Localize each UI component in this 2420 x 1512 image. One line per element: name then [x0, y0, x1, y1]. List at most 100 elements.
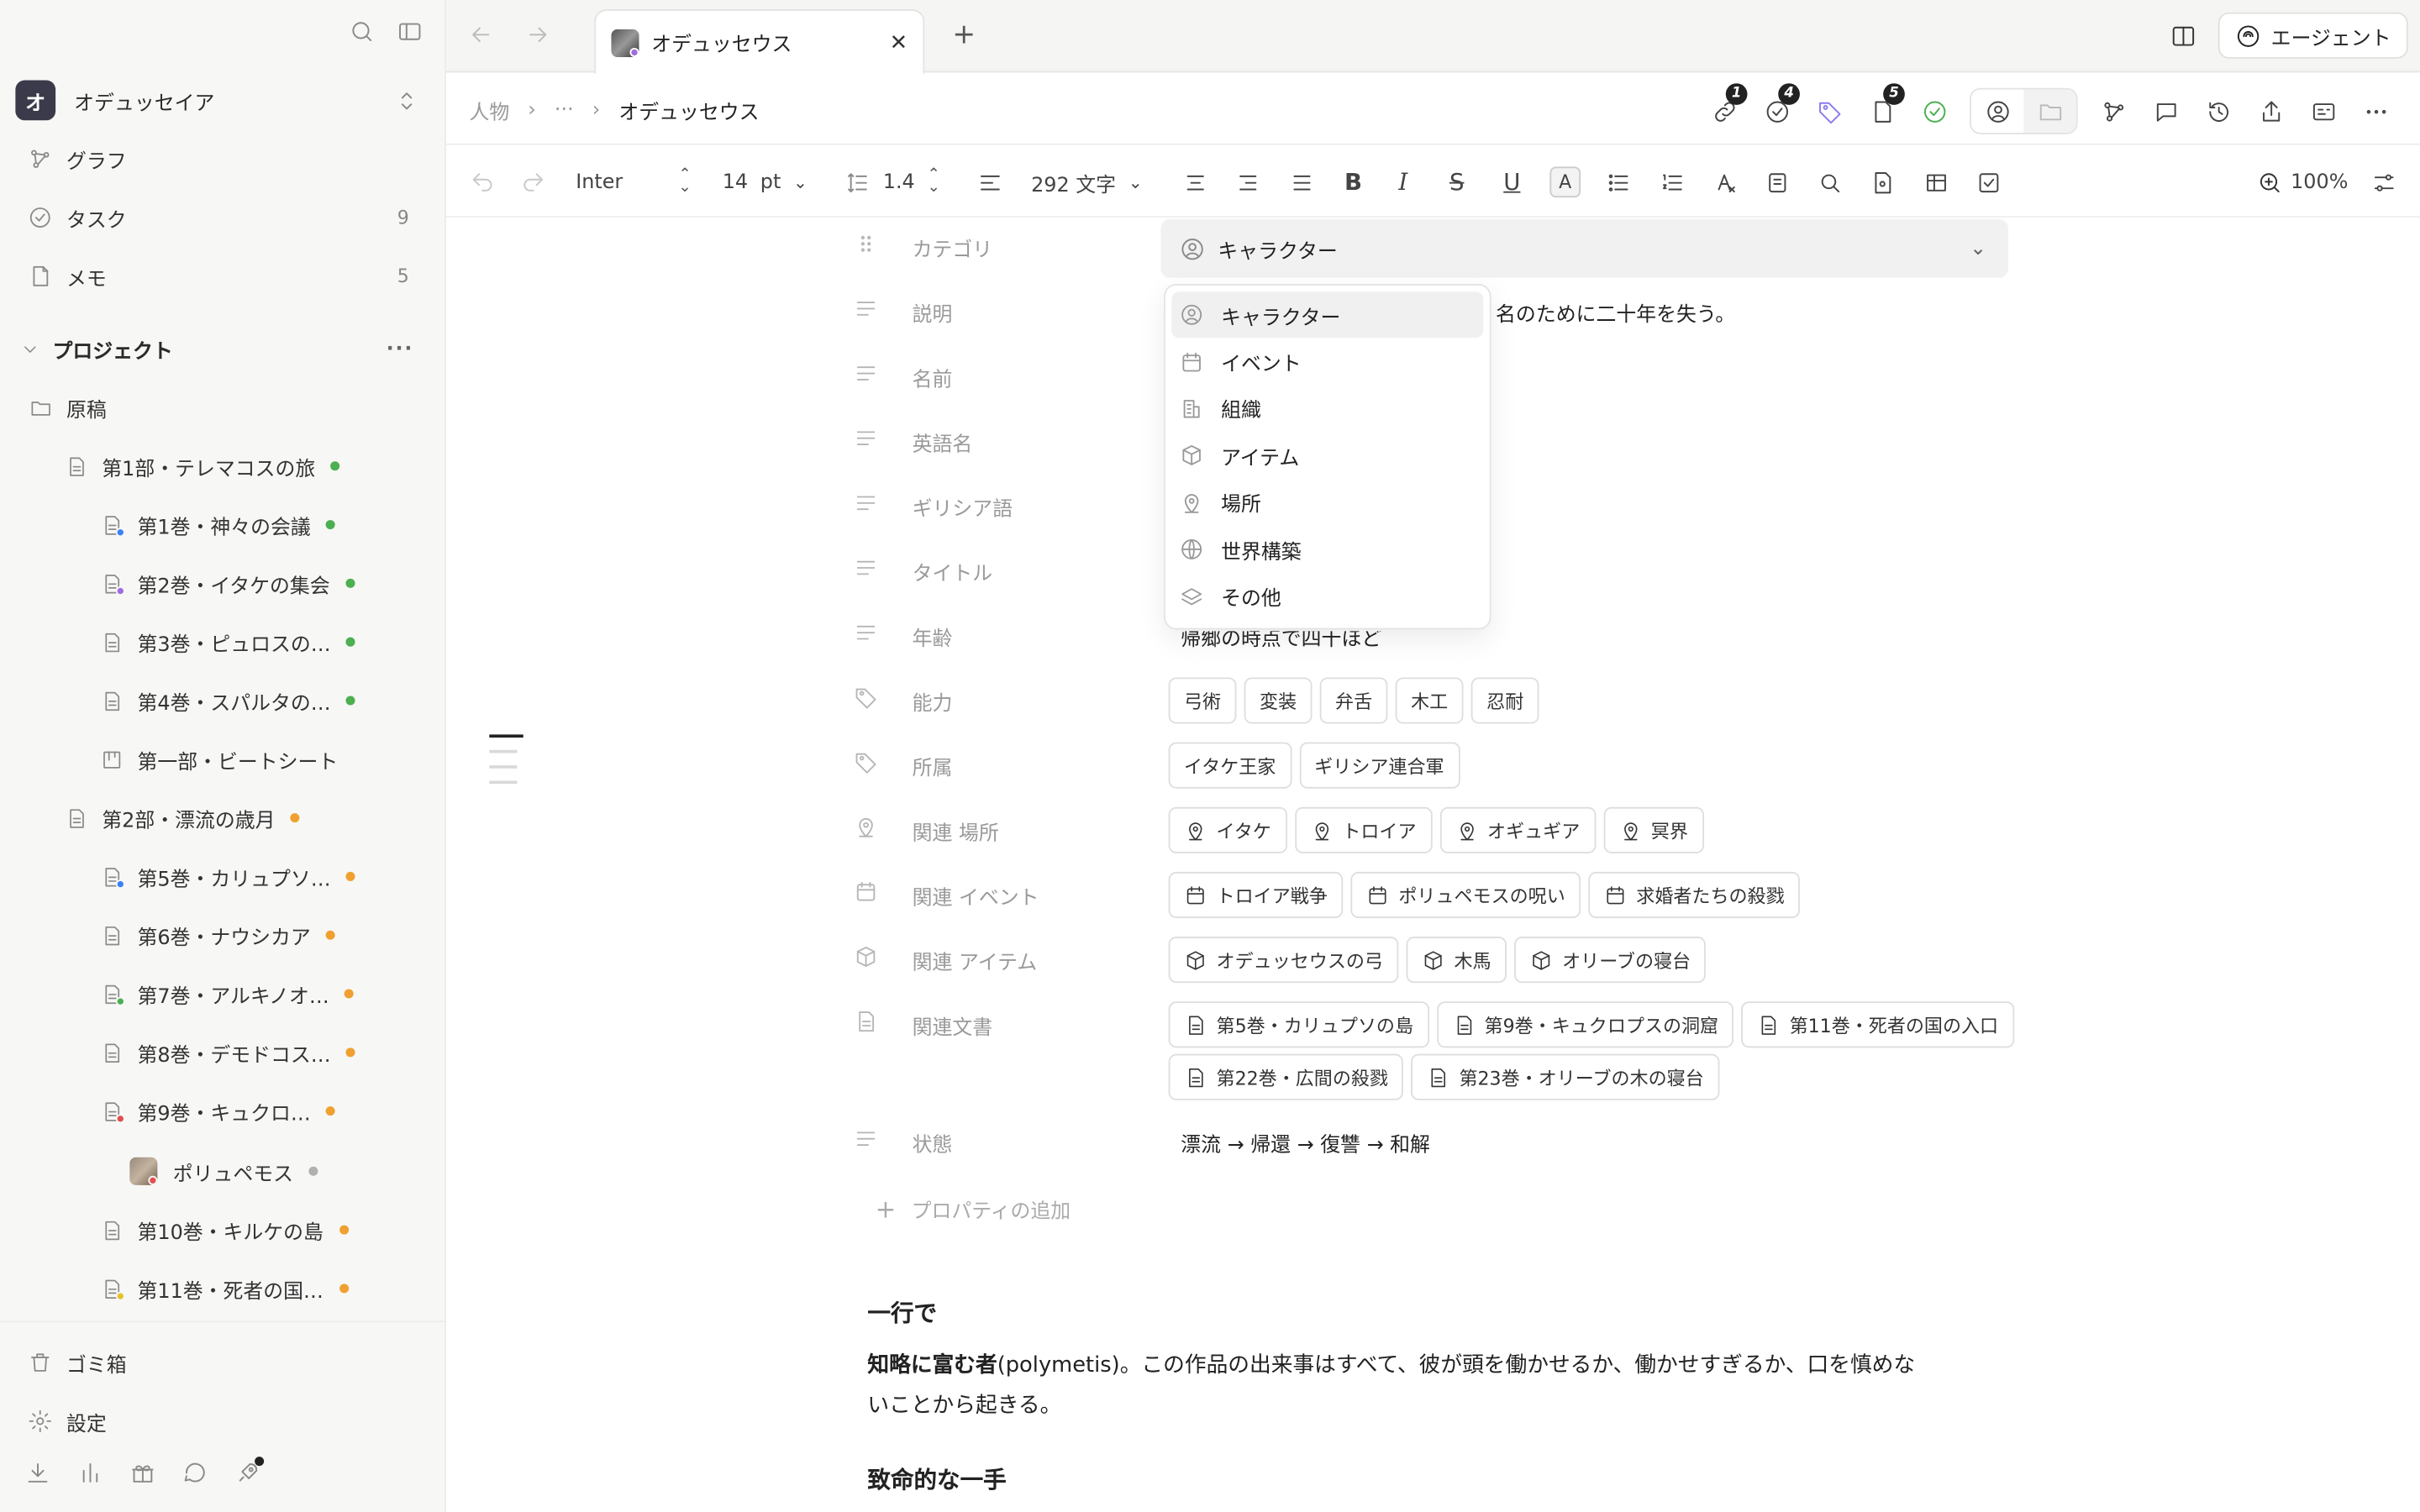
tree-item-character[interactable]: ポリュペモス: [129, 1148, 318, 1194]
ability-chip[interactable]: 忍耐: [1470, 677, 1539, 724]
ability-chip[interactable]: 変装: [1244, 677, 1313, 724]
tree-item[interactable]: 第4巻・スパルタの…: [97, 677, 356, 723]
stats-icon[interactable]: [77, 1460, 103, 1486]
sidebar-item-settings[interactable]: 設定: [0, 1398, 445, 1444]
more-icon[interactable]: [2349, 90, 2402, 133]
place-chip[interactable]: トロイア: [1294, 806, 1432, 853]
split-view-icon[interactable]: [2170, 23, 2196, 49]
italic-button[interactable]: I: [1398, 147, 1407, 218]
underline-button[interactable]: U: [1503, 147, 1520, 218]
zoom-control[interactable]: 100%: [2257, 147, 2348, 218]
clear-format-icon[interactable]: [1713, 147, 1739, 218]
word-count-select[interactable]: 292 文字 ⌄: [1031, 147, 1143, 218]
affiliation-chip[interactable]: ギリシア連合軍: [1298, 742, 1460, 789]
status-check-icon[interactable]: [1908, 90, 1960, 133]
character-view-icon[interactable]: [1971, 90, 2023, 133]
numbered-list-icon[interactable]: [1660, 147, 1686, 218]
align-justify-icon[interactable]: [1289, 147, 1315, 218]
doc-chip[interactable]: 第5巻・カリュプソの島: [1168, 1001, 1429, 1048]
tree-item[interactable]: 第10巻・キルケの島: [97, 1207, 349, 1253]
bold-button[interactable]: B: [1344, 147, 1362, 218]
task-check-icon[interactable]: 4: [1750, 83, 1802, 133]
tree-item[interactable]: 第3巻・ピュロスの…: [97, 619, 356, 665]
tree-item[interactable]: 第8巻・デモドコス…: [97, 1029, 356, 1075]
sidebar-item-notes[interactable]: メモ 5: [0, 253, 445, 299]
agent-button[interactable]: エージェント: [2218, 12, 2408, 59]
sidebar-toggle-icon[interactable]: [397, 18, 423, 45]
share-icon[interactable]: [2244, 90, 2296, 133]
tree-item[interactable]: 第2部・漂流の歳月: [61, 795, 300, 841]
tree-item[interactable]: 第一部・ビートシート: [97, 736, 339, 782]
dropdown-option-item[interactable]: アイテム: [1171, 433, 1483, 480]
link-icon[interactable]: 1: [1698, 83, 1750, 133]
dropdown-option-worldbuilding[interactable]: 世界構築: [1171, 526, 1483, 573]
breadcrumb-item[interactable]: ···: [555, 99, 574, 123]
sidebar-item-graph[interactable]: グラフ: [0, 136, 445, 182]
redo-icon[interactable]: [520, 147, 546, 218]
align-center-icon[interactable]: [1182, 147, 1208, 218]
add-property-button[interactable]: + プロパティの追加: [876, 1194, 1071, 1224]
ability-chip[interactable]: 弓術: [1168, 677, 1237, 724]
close-icon[interactable]: ✕: [890, 30, 908, 55]
dropdown-option-event[interactable]: イベント: [1171, 339, 1483, 386]
table-icon[interactable]: [1923, 147, 1949, 218]
sidebar-item-trash[interactable]: ゴミ箱: [0, 1340, 445, 1386]
tree-item[interactable]: 第1巻・神々の会議: [97, 501, 336, 548]
new-tab-button[interactable]: +: [952, 18, 976, 51]
paragraph[interactable]: 知略に富む者(polymetis)。この作品の出来事はすべて、彼が頭を働かせるか…: [867, 1346, 1917, 1426]
item-chip[interactable]: オリーブの寝台: [1514, 937, 1707, 984]
dropdown-option-organization[interactable]: 組織: [1171, 386, 1483, 433]
chat-icon[interactable]: [182, 1460, 208, 1486]
more-icon[interactable]: ···: [387, 337, 414, 360]
undo-icon[interactable]: [469, 147, 495, 218]
tree-item[interactable]: 第2巻・イタケの集会: [97, 560, 355, 606]
back-arrow-icon[interactable]: [468, 22, 494, 48]
doc-chip[interactable]: 第9巻・キュクロプスの洞窟: [1436, 1001, 1734, 1048]
affiliation-chip[interactable]: イタケ王家: [1168, 742, 1292, 789]
tree-item[interactable]: 第7巻・アルキノオ…: [97, 970, 355, 1016]
place-chip[interactable]: イタケ: [1168, 806, 1287, 853]
tree-item[interactable]: 第6巻・ナウシカア: [97, 912, 336, 958]
tree-item[interactable]: 第11巻・死者の国…: [97, 1265, 349, 1311]
event-chip[interactable]: ポリュペモスの呪い: [1350, 871, 1581, 919]
place-chip[interactable]: オギュギア: [1439, 806, 1596, 853]
dropdown-option-other[interactable]: その他: [1171, 573, 1483, 620]
item-chip[interactable]: オデュッセウスの弓: [1168, 937, 1399, 984]
breadcrumb-item[interactable]: 人物: [469, 96, 509, 125]
drag-handle-icon[interactable]: [854, 232, 881, 263]
text-color-button[interactable]: A: [1549, 147, 1581, 218]
strikethrough-button[interactable]: S: [1449, 147, 1465, 218]
workspace-switcher[interactable]: オ オデュッセイア: [15, 80, 419, 121]
ability-chip[interactable]: 木工: [1395, 677, 1464, 724]
event-chip[interactable]: 求婚者たちの殺戮: [1588, 871, 1801, 919]
tree-item[interactable]: 第1部・テレマコスの旅: [61, 443, 340, 489]
ability-chip[interactable]: 弁舌: [1319, 677, 1388, 724]
rocket-icon[interactable]: [234, 1457, 265, 1486]
dropdown-option-character[interactable]: キャラクター: [1171, 291, 1484, 339]
category-select[interactable]: キャラクター ⌄: [1160, 218, 2008, 278]
event-chip[interactable]: トロイア戦争: [1168, 871, 1344, 919]
download-icon[interactable]: [24, 1460, 50, 1486]
bullet-list-icon[interactable]: [1605, 147, 1631, 218]
outline-icon[interactable]: [1765, 147, 1791, 218]
comment-icon[interactable]: [2139, 90, 2191, 133]
history-icon[interactable]: [2192, 90, 2244, 133]
outline-minimap[interactable]: [489, 734, 523, 785]
place-chip[interactable]: 冥界: [1602, 806, 1704, 853]
sidebar-item-tasks[interactable]: タスク 9: [0, 194, 445, 240]
id-card-icon[interactable]: [2296, 90, 2349, 133]
forward-arrow-icon[interactable]: [525, 22, 551, 48]
tree-folder-manuscript[interactable]: 原稿: [26, 384, 107, 430]
find-icon[interactable]: [1817, 147, 1843, 218]
paragraph-icon[interactable]: [977, 147, 1003, 218]
doc-chip[interactable]: 第22巻・広間の殺戮: [1168, 1053, 1404, 1100]
tree-item[interactable]: 第9巻・キュクロ…: [97, 1088, 336, 1134]
dropdown-option-place[interactable]: 場所: [1171, 480, 1483, 527]
item-chip[interactable]: 木馬: [1406, 937, 1507, 984]
state-value[interactable]: 漂流 → 帰還 → 復讐 → 和解: [1181, 1128, 1430, 1158]
doc-chip[interactable]: 第11巻・死者の国の入口: [1741, 1001, 2014, 1048]
tag-icon[interactable]: [1803, 90, 1855, 133]
doc-search-icon[interactable]: [1870, 147, 1896, 218]
align-right-icon[interactable]: [1235, 147, 1261, 218]
description-value[interactable]: 名のために二十年を失う。: [1496, 298, 1735, 328]
